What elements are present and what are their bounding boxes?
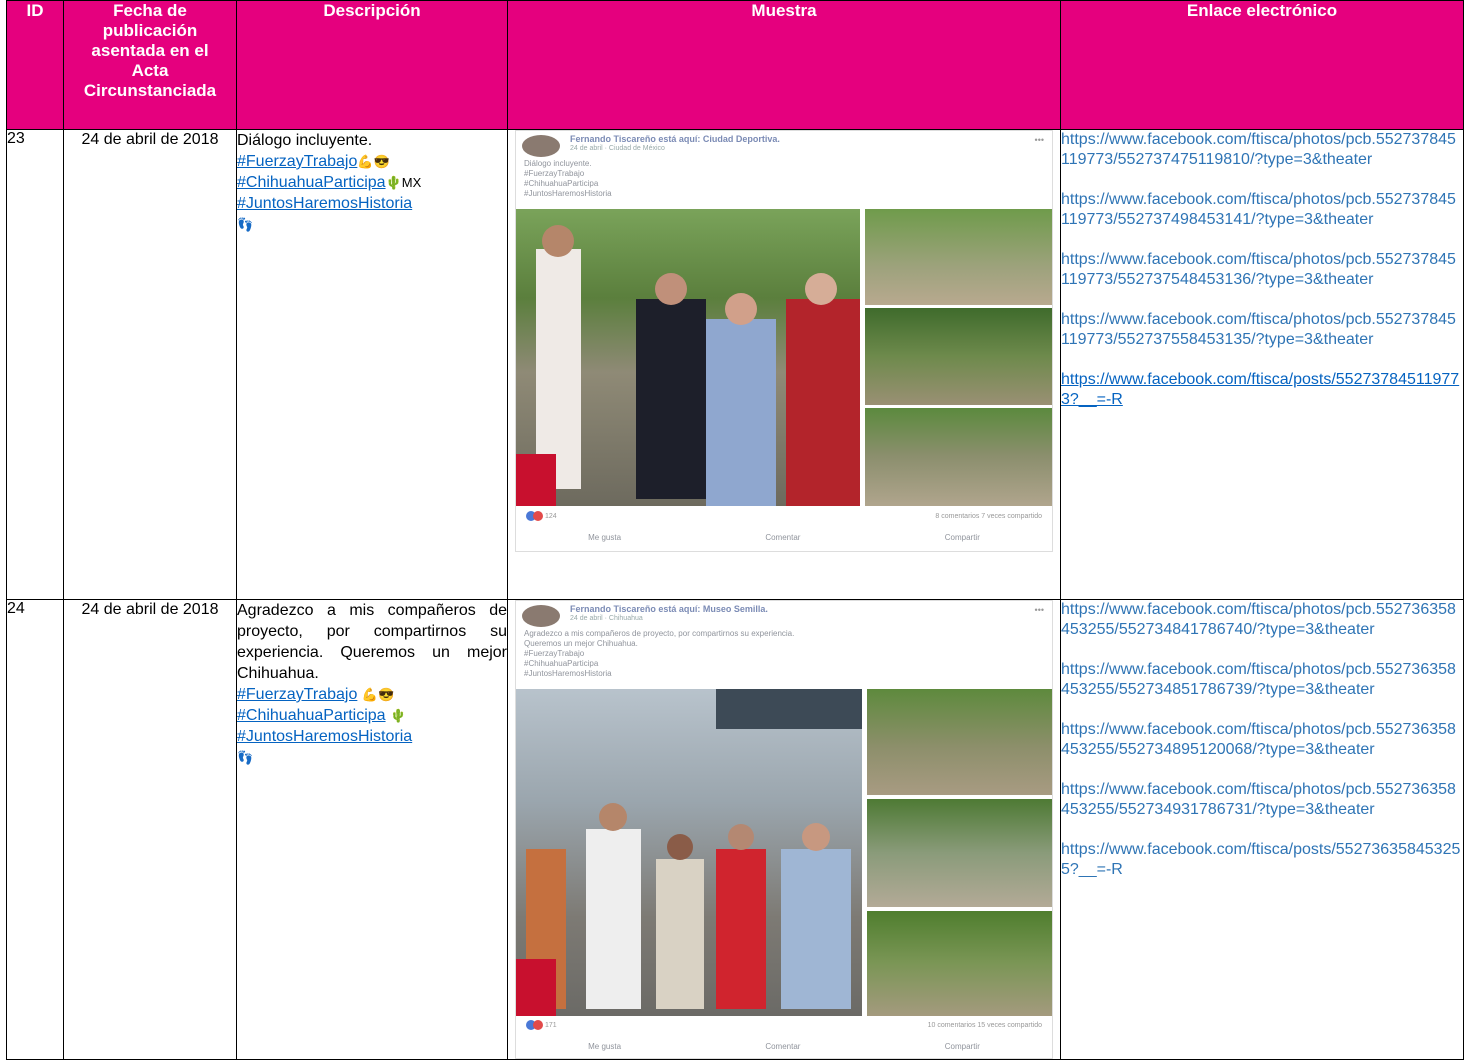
avatar	[522, 605, 560, 627]
more-icon: •••	[1034, 135, 1044, 145]
link-url[interactable]: https://www.facebook.com/ftisca/photos/p…	[1061, 600, 1463, 640]
post-text: Agradezco a mis compañeros de proyecto, …	[516, 629, 1052, 679]
header-id: ID	[6, 0, 64, 130]
reaction-count: 171	[526, 1020, 557, 1030]
row-descripcion: Diálogo incluyente. #FuerzayTrabajo💪😎 #C…	[236, 129, 508, 600]
likes-count: 171	[544, 1021, 557, 1029]
post-photo-3	[865, 408, 1052, 506]
post-text-line: Queremos un mejor Chihuahua.	[524, 639, 638, 648]
link-url[interactable]: https://www.facebook.com/ftisca/photos/p…	[1061, 660, 1463, 700]
post-photo-1	[867, 689, 1052, 795]
hashtag-link[interactable]: #ChihuahuaParticipa	[237, 174, 386, 191]
post-photo-main	[516, 209, 860, 506]
more-icon: •••	[1034, 605, 1044, 615]
post-text: Diálogo incluyente. #FuerzayTrabajo #Chi…	[516, 159, 1052, 199]
row-descripcion: Agradezco a mis compañeros de proyecto, …	[236, 599, 508, 1060]
post-photo-1	[865, 209, 1052, 305]
reaction-count: 124	[526, 511, 557, 521]
hashtag-link[interactable]: #ChihuahuaParticipa	[237, 707, 386, 724]
post-photo-2	[867, 799, 1052, 907]
post-actions: Me gusta Comentar Compartir	[516, 1042, 1052, 1051]
share-action: Compartir	[944, 1042, 980, 1051]
post-meta: 10 comentarios 15 veces compartido	[927, 1022, 1042, 1029]
footprints-icon: 👣	[237, 217, 254, 232]
row-id: 23	[6, 129, 64, 600]
like-action: Me gusta	[588, 1042, 622, 1051]
row-muestra: Fernando Tiscareño está aquí: Museo Semi…	[507, 599, 1061, 1060]
row-enlaces: https://www.facebook.com/ftisca/photos/p…	[1060, 599, 1464, 1060]
post-text-line: #FuerzayTrabajo	[524, 649, 585, 658]
people-figures	[516, 225, 860, 506]
description-text: Agradezco a mis compañeros de proyecto, …	[237, 602, 507, 682]
likes-count: 124	[544, 512, 557, 520]
post-text-line: #JuntosHaremosHistoria	[524, 189, 612, 198]
muscle-icon: 💪	[361, 687, 378, 702]
post-date: 24 de abril · Chihuahua	[570, 615, 643, 622]
description-text: Diálogo incluyente.	[237, 132, 373, 149]
post-author: Fernando Tiscareño está aquí: Ciudad Dep…	[570, 134, 780, 144]
post-text-line: #FuerzayTrabajo	[524, 169, 585, 178]
post-header: Fernando Tiscareño está aquí: Ciudad Dep…	[516, 131, 1052, 159]
facebook-post-screenshot: Fernando Tiscareño está aquí: Ciudad Dep…	[515, 130, 1053, 552]
cactus-icon: 🌵	[390, 708, 407, 723]
link-url[interactable]: https://www.facebook.com/ftisca/posts/55…	[1061, 370, 1463, 410]
post-actions: Me gusta Comentar Compartir	[516, 533, 1052, 542]
row-muestra: Fernando Tiscareño está aquí: Ciudad Dep…	[507, 129, 1061, 600]
people-figures	[516, 689, 862, 1016]
muscle-icon: 💪	[357, 154, 374, 169]
post-text-line: Agradezco a mis compañeros de proyecto, …	[524, 629, 795, 638]
link-url[interactable]: https://www.facebook.com/ftisca/photos/p…	[1061, 250, 1463, 290]
comment-action: Comentar	[765, 533, 801, 542]
post-text-line: #ChihuahuaParticipa	[524, 659, 599, 668]
post-photo-3	[867, 911, 1052, 1016]
like-action: Me gusta	[588, 533, 622, 542]
link-url[interactable]: https://www.facebook.com/ftisca/photos/p…	[1061, 190, 1463, 230]
header-row: ID Fecha de publicación asentada en el A…	[6, 0, 1464, 130]
love-icon	[533, 511, 543, 521]
row-enlaces: https://www.facebook.com/ftisca/photos/p…	[1060, 129, 1464, 600]
cactus-icon: 🌵	[385, 175, 402, 190]
link-url[interactable]: https://www.facebook.com/ftisca/photos/p…	[1061, 780, 1463, 820]
header-enlace: Enlace electrónico	[1060, 0, 1464, 130]
row-fecha: 24 de abril de 2018	[63, 599, 237, 1060]
footprints-icon: 👣	[237, 750, 254, 765]
header-fecha: Fecha de publicación asentada en el Acta…	[63, 0, 237, 130]
row-id: 24	[6, 599, 64, 1060]
avatar	[522, 135, 560, 157]
post-date: 24 de abril · Ciudad de México	[570, 145, 665, 152]
post-text-line: Diálogo incluyente.	[524, 159, 592, 168]
post-photo-main	[516, 689, 862, 1016]
hashtag-link[interactable]: #JuntosHaremosHistoria	[237, 728, 412, 745]
post-author: Fernando Tiscareño está aquí: Museo Semi…	[570, 604, 768, 614]
header-descripcion: Descripción	[236, 0, 508, 130]
link-url[interactable]: https://www.facebook.com/ftisca/photos/p…	[1061, 720, 1463, 760]
mx-label: MX	[401, 175, 422, 190]
hashtag-link[interactable]: #FuerzayTrabajo	[237, 153, 357, 170]
post-text-line: #ChihuahuaParticipa	[524, 179, 599, 188]
evidence-table: ID Fecha de publicación asentada en el A…	[6, 0, 1464, 1060]
share-action: Compartir	[944, 533, 980, 542]
table-row: 24 24 de abril de 2018 Agradezco a mis c…	[6, 599, 1464, 1060]
hashtag-link[interactable]: #JuntosHaremosHistoria	[237, 195, 412, 212]
face-icon: 😎	[378, 687, 395, 702]
post-meta: 8 comentarios 7 veces compartido	[935, 513, 1042, 520]
link-url[interactable]: https://www.facebook.com/ftisca/photos/p…	[1061, 310, 1463, 350]
facebook-post-screenshot: Fernando Tiscareño está aquí: Museo Semi…	[515, 600, 1053, 1059]
hashtag-link[interactable]: #FuerzayTrabajo	[237, 686, 357, 703]
link-url[interactable]: https://www.facebook.com/ftisca/posts/55…	[1061, 840, 1463, 880]
comment-action: Comentar	[765, 1042, 801, 1051]
love-icon	[533, 1020, 543, 1030]
face-icon: 😎	[373, 154, 390, 169]
post-photo-2	[865, 308, 1052, 405]
post-header: Fernando Tiscareño está aquí: Museo Semi…	[516, 601, 1052, 629]
row-fecha: 24 de abril de 2018	[63, 129, 237, 600]
header-muestra: Muestra	[507, 0, 1061, 130]
post-text-line: #JuntosHaremosHistoria	[524, 669, 612, 678]
table-row: 23 24 de abril de 2018 Diálogo incluyent…	[6, 129, 1464, 600]
link-url[interactable]: https://www.facebook.com/ftisca/photos/p…	[1061, 130, 1463, 170]
